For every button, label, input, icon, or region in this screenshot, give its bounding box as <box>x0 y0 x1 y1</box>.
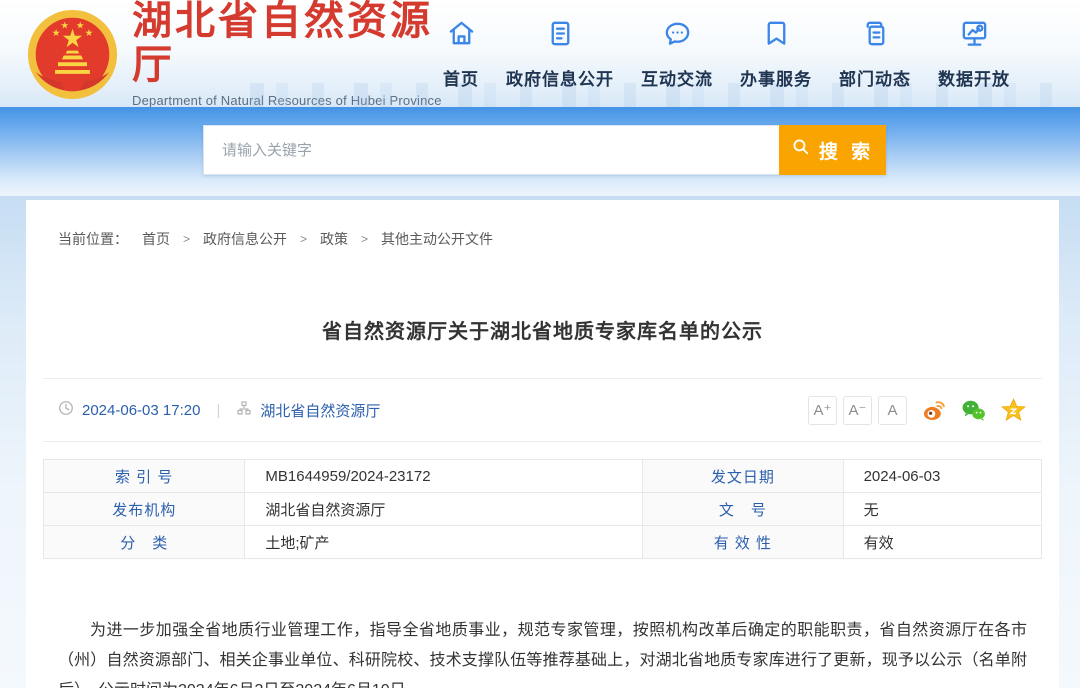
clock-icon <box>58 400 74 421</box>
meta-label-validity: 有 效 性 <box>643 526 843 559</box>
breadcrumb-separator: > <box>183 232 190 246</box>
qzone-star-icon[interactable] <box>1000 397 1027 424</box>
meta-value-publisher: 湖北省自然资源厅 <box>245 493 643 526</box>
search-button-label: 搜 索 <box>819 137 874 164</box>
wechat-icon[interactable] <box>960 397 987 424</box>
search-button[interactable]: 搜 索 <box>779 125 886 175</box>
breadcrumb-item-gov-info[interactable]: 政府信息公开 <box>203 229 287 249</box>
svg-text:★: ★ <box>76 20 85 31</box>
breadcrumb-item-policy[interactable]: 政策 <box>320 229 348 249</box>
breadcrumb-item-other-docs[interactable]: 其他主动公开文件 <box>381 229 493 249</box>
search-box: 搜 索 <box>203 125 886 175</box>
page-title: 省自然资源厅关于湖北省地质专家库名单的公示 <box>43 315 1042 344</box>
national-emblem-logo[interactable]: ★ ★ ★ ★ ★ <box>26 8 119 101</box>
weibo-icon[interactable] <box>920 397 947 424</box>
breadcrumb-separator: > <box>300 232 307 246</box>
article-meta-left: 2024-06-03 17:20 | 湖北省自然资源厅 <box>58 400 380 421</box>
nav-item-services[interactable]: 办事服务 <box>740 18 812 90</box>
nav-item-dept-news[interactable]: 部门动态 <box>839 18 911 90</box>
meta-label-issue-date: 发文日期 <box>643 460 843 493</box>
content-area: 当前位置： 首页 > 政府信息公开 > 政策 > 其他主动公开文件 省自然资源厅… <box>0 196 1080 688</box>
services-bookmark-icon <box>761 18 792 54</box>
nav-label: 政府信息公开 <box>506 65 614 90</box>
source-sitemap-icon <box>236 400 252 421</box>
nav-item-home[interactable]: 首页 <box>443 18 479 90</box>
article-meta-tools: A⁺ A⁻ A <box>802 396 1027 425</box>
meta-label-doc-number: 文 号 <box>643 493 843 526</box>
meta-value-category: 土地;矿产 <box>245 526 643 559</box>
gov-info-icon <box>545 18 576 54</box>
meta-separator: | <box>216 402 220 419</box>
nav-label: 互动交流 <box>641 65 713 90</box>
font-smaller-button[interactable]: A⁻ <box>843 396 872 425</box>
document-meta-table: 索 引 号 MB1644959/2024-23172 发文日期 2024-06-… <box>43 459 1042 559</box>
search-banner: 搜 索 <box>0 107 1080 196</box>
publish-time: 2024-06-03 17:20 <box>82 402 200 419</box>
table-row: 发布机构 湖北省自然资源厅 文 号 无 <box>44 493 1042 526</box>
nav-label: 首页 <box>443 65 479 90</box>
site-header: ★ ★ ★ ★ ★ 湖北省自然资源厅 Department of Natural… <box>0 0 1080 107</box>
search-input[interactable] <box>203 125 779 175</box>
table-row: 索 引 号 MB1644959/2024-23172 发文日期 2024-06-… <box>44 460 1042 493</box>
meta-value-issue-date: 2024-06-03 <box>843 460 1041 493</box>
breadcrumb-prefix: 当前位置： <box>58 229 128 249</box>
dept-news-icon <box>860 18 891 54</box>
svg-text:★: ★ <box>60 20 69 31</box>
interact-chat-icon <box>662 18 693 54</box>
article-body-paragraph: 为进一步加强全省地质行业管理工作，指导全省地质事业，规范专家管理，按照机构改革后… <box>43 616 1042 688</box>
meta-label-category: 分 类 <box>44 526 245 559</box>
article-card: 当前位置： 首页 > 政府信息公开 > 政策 > 其他主动公开文件 省自然资源厅… <box>26 200 1059 688</box>
meta-label-index-number: 索 引 号 <box>44 460 245 493</box>
meta-value-doc-number: 无 <box>843 493 1041 526</box>
breadcrumb-separator: > <box>361 232 368 246</box>
meta-value-index-number: MB1644959/2024-23172 <box>245 460 643 493</box>
meta-label-publisher: 发布机构 <box>44 493 245 526</box>
breadcrumb: 当前位置： 首页 > 政府信息公开 > 政策 > 其他主动公开文件 <box>43 200 1042 249</box>
search-icon <box>791 137 811 163</box>
nav-label: 数据开放 <box>938 65 1010 90</box>
main-nav: 首页 政府信息公开 互 <box>443 18 1010 90</box>
meta-value-validity: 有效 <box>843 526 1041 559</box>
open-data-monitor-icon <box>959 18 990 54</box>
breadcrumb-item-home[interactable]: 首页 <box>142 229 170 249</box>
site-title-english: Department of Natural Resources of Hubei… <box>132 93 443 108</box>
home-icon <box>446 18 477 54</box>
svg-text:★: ★ <box>52 28 61 39</box>
svg-text:★: ★ <box>85 28 94 39</box>
site-title: 湖北省自然资源厅 <box>132 0 443 87</box>
nav-item-interact[interactable]: 互动交流 <box>641 18 713 90</box>
article-meta-row: 2024-06-03 17:20 | 湖北省自然资源厅 A⁺ A⁻ A <box>43 378 1042 442</box>
site-brand: 湖北省自然资源厅 Department of Natural Resources… <box>132 0 443 108</box>
nav-label: 办事服务 <box>740 65 812 90</box>
article-source: 湖北省自然资源厅 <box>260 400 380 421</box>
table-row: 分 类 土地;矿产 有 效 性 有效 <box>44 526 1042 559</box>
font-reset-button[interactable]: A <box>878 396 907 425</box>
page: ★ ★ ★ ★ ★ 湖北省自然资源厅 Department of Natural… <box>0 0 1080 688</box>
nav-label: 部门动态 <box>839 65 911 90</box>
nav-item-open-data[interactable]: 数据开放 <box>938 18 1010 90</box>
font-larger-button[interactable]: A⁺ <box>808 396 837 425</box>
nav-item-gov-info[interactable]: 政府信息公开 <box>506 18 614 90</box>
